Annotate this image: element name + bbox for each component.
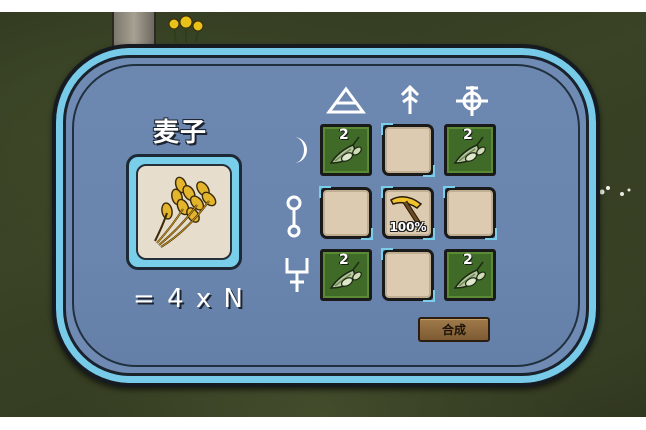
empty-slot[interactable] xyxy=(381,123,435,177)
air-triangle-icon xyxy=(326,86,366,114)
crescent-moon-icon xyxy=(294,137,307,163)
craft-button[interactable]: 合成 xyxy=(418,317,490,342)
durability-percent: 100% xyxy=(389,220,427,234)
stack-count: 2 xyxy=(463,252,473,268)
empty-slot[interactable] xyxy=(319,186,373,240)
ingredient-slot[interactable]: 2 xyxy=(444,124,496,176)
item-title: 麦子 xyxy=(152,118,207,148)
stack-count: 2 xyxy=(339,127,349,143)
fireflies-icon xyxy=(599,186,631,196)
circle-cross-symbol-icon xyxy=(456,86,488,116)
stack-count: 2 xyxy=(463,127,473,143)
wheat-icon xyxy=(154,176,217,248)
tool-slot[interactable]: 100% xyxy=(381,186,435,240)
flower-icon xyxy=(168,15,204,42)
ingredient-slot[interactable]: 2 xyxy=(320,249,372,301)
arrow-up-symbol-icon xyxy=(400,84,420,114)
empty-slot[interactable] xyxy=(443,186,497,240)
fence-post xyxy=(112,12,156,48)
ingredient-slot[interactable]: 2 xyxy=(320,124,372,176)
circle-stem-symbol-icon xyxy=(286,195,302,238)
empty-slot[interactable] xyxy=(381,248,435,302)
item-formula: = 4 x N xyxy=(133,284,245,314)
trident-symbol-icon xyxy=(285,258,309,292)
item-preview-slot xyxy=(126,154,242,270)
ingredient-slot[interactable]: 2 xyxy=(444,249,496,301)
stack-count: 2 xyxy=(339,252,349,268)
